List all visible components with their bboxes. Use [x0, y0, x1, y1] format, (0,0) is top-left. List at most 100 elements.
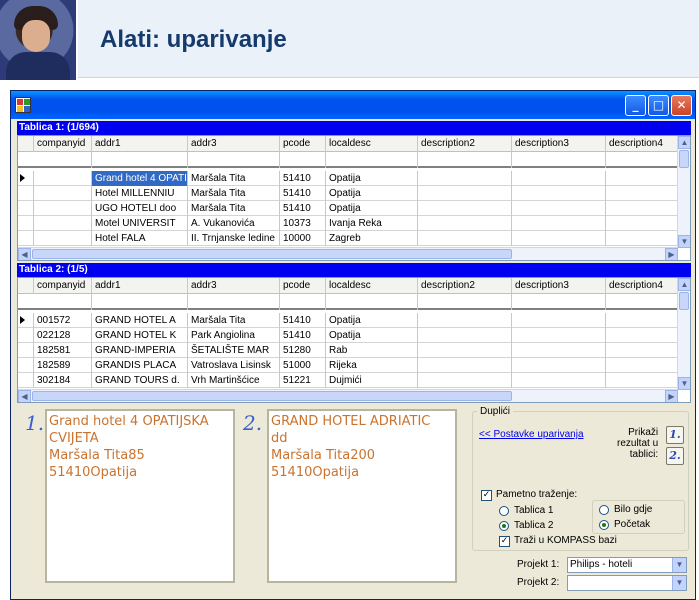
table-cell[interactable]	[512, 373, 606, 388]
table-cell[interactable]: 182581	[34, 343, 92, 358]
chevron-down-icon[interactable]: ▼	[672, 576, 686, 590]
table-cell[interactable]: Maršala Tita	[188, 186, 280, 201]
filter-cell[interactable]	[92, 294, 188, 310]
table-cell[interactable]: GRAND HOTEL A	[92, 313, 188, 328]
table-cell[interactable]: 022128	[34, 328, 92, 343]
filter-cell[interactable]	[280, 294, 326, 310]
table-cell[interactable]: Motel UNIVERSIT	[92, 216, 188, 231]
row-indicator[interactable]	[18, 231, 34, 246]
filter-cell[interactable]	[326, 294, 418, 310]
table-cell[interactable]	[606, 231, 678, 246]
table-cell[interactable]: Rab	[326, 343, 418, 358]
table-cell[interactable]	[34, 216, 92, 231]
table-cell[interactable]	[418, 313, 512, 328]
row-indicator[interactable]	[18, 358, 34, 373]
table-cell[interactable]	[418, 201, 512, 216]
table-cell[interactable]	[606, 328, 678, 343]
column-header[interactable]: description3	[512, 278, 606, 294]
table-cell[interactable]: Zagreb	[326, 231, 418, 246]
table-cell[interactable]	[512, 358, 606, 373]
filter-cell[interactable]	[188, 294, 280, 310]
project1-select[interactable]: Philips - hoteli ▼	[567, 557, 687, 573]
scroll-thumb[interactable]	[32, 249, 512, 259]
table-cell[interactable]: Maršala Tita	[188, 171, 280, 186]
scroll-up-icon[interactable]: ▲	[678, 136, 690, 149]
table-cell[interactable]	[606, 373, 678, 388]
row-indicator[interactable]	[18, 313, 34, 328]
filter-cell[interactable]	[34, 152, 92, 168]
table-cell[interactable]	[418, 231, 512, 246]
table-row[interactable]: 182581 GRAND-IMPERIA ŠETALIŠTE MAR 51280 Rab	[18, 343, 678, 358]
table-cell[interactable]	[606, 216, 678, 231]
table2-radio[interactable]	[499, 521, 509, 531]
horizontal-scrollbar[interactable]: ◀ ▶	[18, 389, 678, 402]
table-cell[interactable]: 51410	[280, 313, 326, 328]
table-row[interactable]: 001572 GRAND HOTEL A Maršala Tita 51410 Opat…	[18, 313, 678, 328]
table-cell[interactable]: Vrh Martinšćice	[188, 373, 280, 388]
table-cell[interactable]: 51410	[280, 201, 326, 216]
table-cell[interactable]: Hotel MILLENNIU	[92, 186, 188, 201]
table-cell[interactable]	[512, 171, 606, 186]
column-header[interactable]: companyid	[34, 278, 92, 294]
column-header[interactable]: description4	[606, 278, 678, 294]
scroll-down-icon[interactable]: ▼	[678, 377, 690, 390]
scroll-thumb[interactable]	[679, 150, 689, 168]
table-row[interactable]: 182589 GRANDIS PLACA Vatroslava Lisinsk 510…	[18, 358, 678, 373]
table-cell[interactable]: Opatija	[326, 328, 418, 343]
column-header[interactable]: addr1	[92, 136, 188, 152]
table-cell[interactable]	[512, 201, 606, 216]
scroll-thumb[interactable]	[32, 391, 512, 401]
table-cell[interactable]	[418, 186, 512, 201]
table-cell[interactable]	[512, 343, 606, 358]
table-cell[interactable]: Opatija	[326, 171, 418, 186]
table-cell[interactable]: Hotel FALA	[92, 231, 188, 246]
chevron-down-icon[interactable]: ▼	[672, 558, 686, 572]
column-header[interactable]: addr3	[188, 278, 280, 294]
grid1[interactable]: companyid addr1 addr3 pcode localdesc descrip…	[17, 135, 691, 261]
show-table1-button[interactable]: 1.	[666, 426, 684, 444]
table-cell[interactable]: GRAND HOTEL K	[92, 328, 188, 343]
horizontal-scrollbar[interactable]: ◀ ▶	[18, 247, 678, 260]
table-cell[interactable]: Rijeka	[326, 358, 418, 373]
scroll-down-icon[interactable]: ▼	[678, 235, 690, 248]
row-indicator[interactable]	[18, 201, 34, 216]
filter-cell[interactable]	[606, 294, 678, 310]
filter-cell[interactable]	[280, 152, 326, 168]
table-cell[interactable]: GRAND-IMPERIA	[92, 343, 188, 358]
filter-row[interactable]	[18, 294, 678, 310]
table-cell[interactable]	[512, 186, 606, 201]
scroll-right-icon[interactable]: ▶	[665, 390, 678, 402]
filter-cell[interactable]	[92, 152, 188, 168]
anywhere-radio[interactable]	[599, 505, 609, 515]
row-indicator[interactable]	[18, 373, 34, 388]
scroll-right-icon[interactable]: ▶	[665, 248, 678, 260]
table-row[interactable]: Grand hotel 4 OPATI Maršala Tita 51410 Opat…	[18, 171, 678, 186]
table-cell[interactable]	[418, 328, 512, 343]
filter-cell[interactable]	[418, 294, 512, 310]
filter-cell[interactable]	[418, 152, 512, 168]
vertical-scrollbar[interactable]: ▲ ▼	[677, 136, 690, 248]
table-cell[interactable]	[606, 343, 678, 358]
table-cell[interactable]	[34, 201, 92, 216]
scroll-up-icon[interactable]: ▲	[678, 278, 690, 291]
table-cell[interactable]	[606, 201, 678, 216]
show-table2-button[interactable]: 2.	[666, 447, 684, 465]
table-cell[interactable]: Maršala Tita	[188, 313, 280, 328]
smart-search-checkbox[interactable]: ✓	[481, 490, 492, 501]
scroll-left-icon[interactable]: ◀	[18, 390, 31, 402]
filter-cell[interactable]	[188, 152, 280, 168]
table-cell[interactable]: 10373	[280, 216, 326, 231]
table-cell[interactable]	[418, 171, 512, 186]
column-header[interactable]: companyid	[34, 136, 92, 152]
filter-cell[interactable]	[606, 152, 678, 168]
table-cell[interactable]: Opatija	[326, 186, 418, 201]
table-cell[interactable]: Ivanja Reka	[326, 216, 418, 231]
table-cell[interactable]: Opatija	[326, 201, 418, 216]
vertical-scrollbar[interactable]: ▲ ▼	[677, 278, 690, 390]
table-row[interactable]: 302184 GRAND TOURS d. Vrh Martinšćice 51221…	[18, 373, 678, 388]
table-cell[interactable]: ŠETALIŠTE MAR	[188, 343, 280, 358]
table-row[interactable]: Hotel MILLENNIU Maršala Tita 51410 Opatija	[18, 186, 678, 201]
table-cell[interactable]: 51221	[280, 373, 326, 388]
table-cell[interactable]: A. Vukanovića	[188, 216, 280, 231]
table-cell[interactable]	[512, 231, 606, 246]
